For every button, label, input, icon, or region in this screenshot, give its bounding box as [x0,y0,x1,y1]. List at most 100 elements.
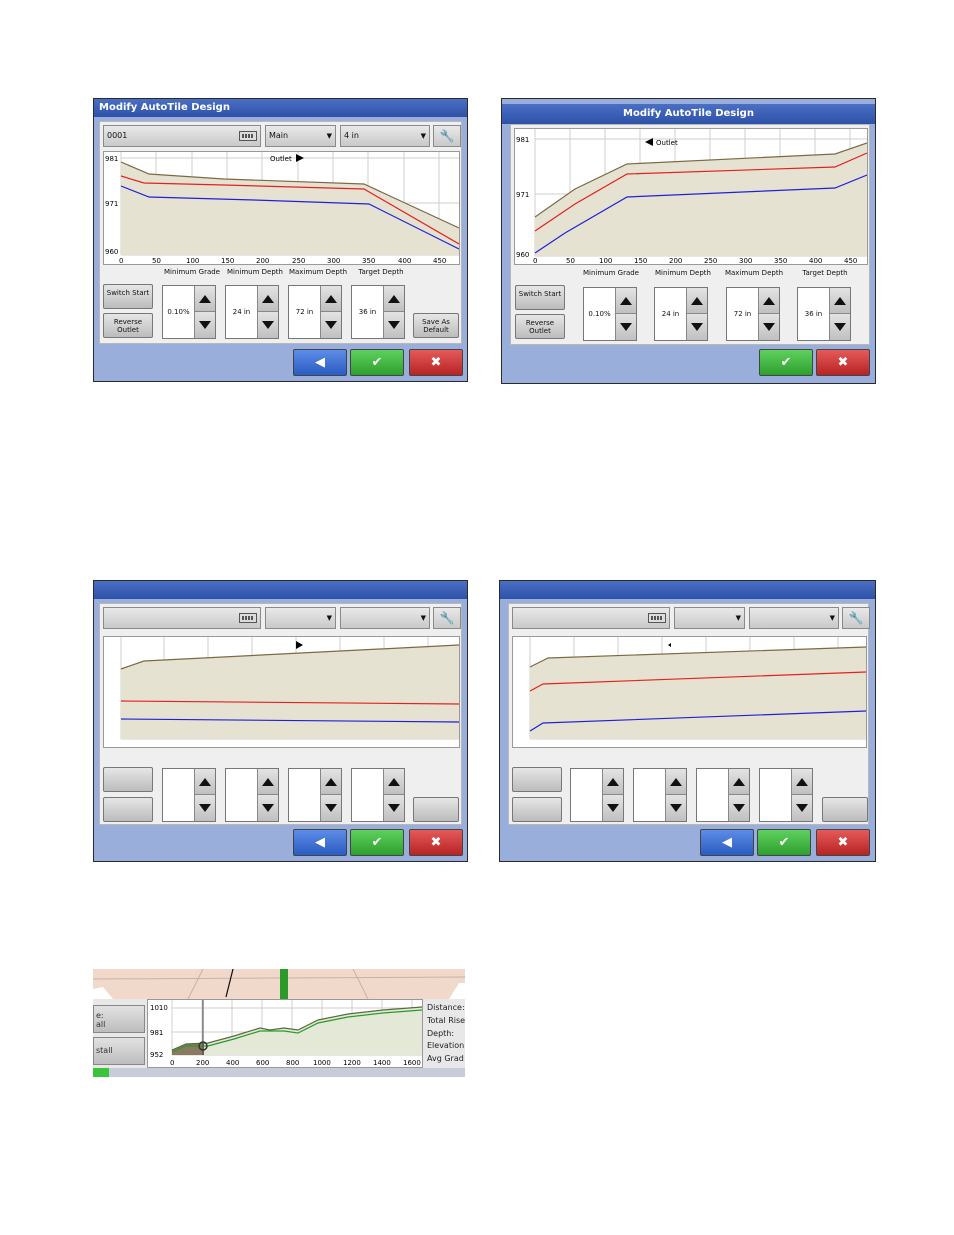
max-depth-stepper[interactable]: 72 in [726,287,780,341]
increase-button[interactable] [383,286,404,312]
reverse-outlet-button[interactable] [103,797,153,822]
min-grade-stepper[interactable]: 0.10% [162,285,216,339]
increase-button[interactable] [686,288,707,314]
increase-button[interactable] [383,769,404,795]
decrease-button[interactable] [665,795,686,821]
reverse-outlet-button[interactable] [512,797,562,822]
line-dropdown[interactable]: ▼ [265,607,336,629]
decrease-button[interactable] [194,312,215,338]
cancel-button[interactable]: ✖ [816,829,870,856]
keyboard-icon[interactable] [239,131,257,141]
increase-button[interactable] [615,288,636,314]
decrease-button[interactable] [758,314,779,340]
increase-button[interactable] [758,288,779,314]
keyboard-icon[interactable] [239,613,257,623]
accept-button[interactable]: ✔ [759,349,813,376]
profile-chart: Outlet 981 971 960 0 50 100 150 200 250 … [514,128,868,265]
increase-button[interactable] [257,286,278,312]
min-depth-stepper[interactable]: 24 in [654,287,708,341]
install-button[interactable]: stall [93,1037,145,1065]
tile-size-dropdown[interactable]: 4 in ▼ [340,125,430,147]
decrease-button[interactable] [383,312,404,338]
cancel-button[interactable]: ✖ [409,829,463,856]
save-as-default-button[interactable]: Save As Default [413,313,459,338]
increase-button[interactable] [257,769,278,795]
save-as-default-button[interactable] [413,797,459,822]
decrease-button[interactable] [257,795,278,821]
back-button[interactable]: ◀ [293,349,347,376]
back-button[interactable]: ◀ [293,829,347,856]
max-depth-stepper[interactable] [696,768,750,822]
cancel-button[interactable]: ✖ [409,349,463,376]
dialog-title-bar [500,581,875,599]
increase-button[interactable] [320,769,341,795]
increase-button[interactable] [194,286,215,312]
design-name-field[interactable] [512,607,670,629]
switch-start-button[interactable]: Switch Start [515,285,565,310]
decrease-button[interactable] [320,312,341,338]
min-grade-stepper[interactable]: 0.10% [583,287,637,341]
save-as-default-button[interactable] [822,797,868,822]
reverse-outlet-button[interactable]: Reverse Outlet [515,314,565,339]
increase-button[interactable] [728,769,749,795]
accept-button[interactable]: ✔ [350,349,404,376]
tile-size-dropdown[interactable]: ▼ [340,607,430,629]
line-dropdown[interactable]: Main ▼ [265,125,336,147]
profile-button-top[interactable]: e: all [93,1005,145,1033]
switch-start-button[interactable] [103,767,153,792]
decrease-button[interactable] [320,795,341,821]
x-tick: 0 [119,257,123,264]
param-label: Maximum Depth [288,268,348,276]
reverse-outlet-button[interactable]: Reverse Outlet [103,313,153,338]
decrease-button[interactable] [615,314,636,340]
increase-button[interactable] [602,769,623,795]
tile-size-dropdown[interactable]: ▼ [749,607,839,629]
increase-button[interactable] [194,769,215,795]
increase-button[interactable] [791,769,812,795]
target-depth-stepper[interactable]: 36 in [351,285,405,339]
dropdown-arrow-icon: ▼ [420,132,426,140]
switch-start-button[interactable] [512,767,562,792]
wrench-icon[interactable]: 🔧 [433,125,461,147]
increase-button[interactable] [320,286,341,312]
target-depth-stepper[interactable] [351,768,405,822]
profile-chart [512,636,867,748]
target-depth-stepper[interactable]: 36 in [797,287,851,341]
design-name-field[interactable]: 0001 [103,125,261,147]
min-grade-stepper[interactable] [570,768,624,822]
increase-button[interactable] [829,288,850,314]
keyboard-icon[interactable] [648,613,666,623]
decrease-button[interactable] [383,795,404,821]
wrench-icon[interactable]: 🔧 [433,607,461,629]
x-tick: 200 [256,257,269,264]
line-dropdown[interactable]: ▼ [674,607,745,629]
min-grade-value: 0.10% [167,308,190,316]
decrease-button[interactable] [257,312,278,338]
min-depth-stepper[interactable]: 24 in [225,285,279,339]
min-depth-stepper[interactable] [225,768,279,822]
design-name-value: 0001 [107,131,128,140]
wrench-icon[interactable]: 🔧 [842,607,870,629]
max-depth-stepper[interactable]: 72 in [288,285,342,339]
decrease-button[interactable] [791,795,812,821]
switch-start-button[interactable]: Switch Start [103,284,153,309]
decrease-button[interactable] [829,314,850,340]
target-depth-stepper[interactable] [759,768,813,822]
min-grade-stepper[interactable] [162,768,216,822]
max-depth-stepper[interactable] [288,768,342,822]
decrease-button[interactable] [686,314,707,340]
dropdown-arrow-icon: ▼ [735,614,741,622]
decrease-button[interactable] [194,795,215,821]
target-depth-value: 36 in [358,308,377,316]
accept-button[interactable]: ✔ [350,829,404,856]
decrease-button[interactable] [602,795,623,821]
y-tick: 960 [105,248,118,256]
increase-button[interactable] [665,769,686,795]
accept-button[interactable]: ✔ [757,829,811,856]
design-name-field[interactable] [103,607,261,629]
back-button[interactable]: ◀ [700,829,754,856]
min-depth-value: 24 in [232,308,251,316]
cancel-button[interactable]: ✖ [816,349,870,376]
decrease-button[interactable] [728,795,749,821]
min-depth-stepper[interactable] [633,768,687,822]
